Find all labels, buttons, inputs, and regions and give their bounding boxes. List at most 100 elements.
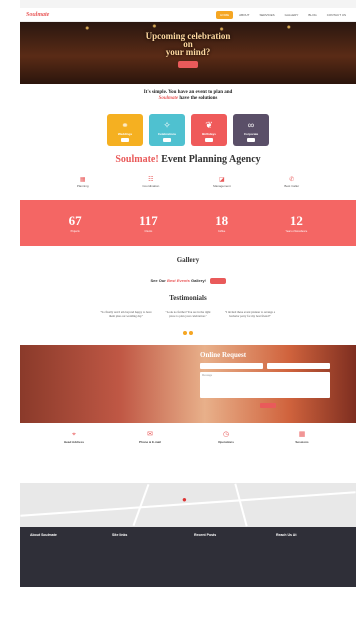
map[interactable]: ● [20,483,356,527]
online-request-title: Online Request [200,351,247,359]
menu-item-services[interactable]: SERVICES [256,11,279,19]
intro-line-2: have the solutions [179,96,218,101]
card-weddings[interactable]: ⚭ Weddings [107,114,143,146]
clock-icon: ◷ [222,431,230,438]
card-button[interactable] [205,138,213,142]
gallery-section: Gallery See Our Best Events Gallery! [20,246,356,284]
agency-brand: Soulmate! [115,154,159,165]
testimonial-author [162,321,214,325]
stats-banner: 67 Projects 117 Clients 18 Coffee 12 Years o… [20,199,356,246]
hero-title: Upcoming celebration on your mind? [20,22,356,57]
stat-value: 67 [68,212,82,228]
stat-label: Clients [144,229,153,233]
testimonials-title: Testimonials [169,294,207,302]
stat-years: 12 Years of Excellence [285,213,307,233]
feature-label: Best Caller [284,183,300,188]
map-road [234,483,248,527]
feature-management: ◪ Management [213,177,231,188]
feature-label: Management [213,183,231,188]
email-field[interactable] [267,363,330,369]
stat-coffee: 18 Coffee [215,213,228,233]
footer-heading: About Soulmate [30,533,57,537]
stat-projects: 67 Projects [69,213,82,233]
contact-title: Operations [218,440,234,444]
agency-title: Event Planning Agency [161,154,261,165]
menu-item-gallery[interactable]: GALLERY [281,11,303,19]
testimonial-item: "So finally and I am beyond happy to hav… [100,310,152,325]
hero-banner: Upcoming celebration on your mind? [20,22,356,84]
footer: About Soulmate Site links Recent Posts R… [20,527,356,587]
testimonial-item: "Look no further! You are in the right p… [162,310,214,325]
contact-address: ⌖ Head Address [44,431,104,483]
page: Soulmate HOME ABOUT SERVICES GALLERY BLO… [20,0,356,624]
map-road [20,491,356,517]
menu-item-about[interactable]: ABOUT [235,11,253,19]
testimonial-quote: "So finally and I am beyond happy to hav… [100,310,152,318]
intro-line-1: It's simple. You have an event to plan a… [143,90,233,95]
chart-icon: ◪ [219,176,225,183]
contact-info: ⌖ Head Address ✉ Phone & E-mail ◷ Operation… [20,423,356,483]
main-menu: HOME ABOUT SERVICES GALLERY BLOG CONTACT… [216,10,350,19]
card-button[interactable] [163,138,171,142]
card-birthdays[interactable]: ❦ Birthdays [191,114,227,146]
rings-icon: ⚭ [121,120,129,130]
menu-item-contact[interactable]: CONTACT US [323,11,350,19]
online-request-section: Online Request Message [20,345,356,423]
hero-title-line: your mind? [165,47,211,57]
carousel-dot[interactable] [183,331,187,335]
contact-operations: ◷ Operations [196,431,256,483]
hero-cta-button[interactable] [178,61,198,68]
footer-heading: Site links [112,533,128,537]
card-title: Weddings [117,132,133,136]
logo[interactable]: Soulmate [26,12,49,18]
card-title: Birthdays [202,132,216,136]
name-field[interactable] [200,363,263,369]
gallery-button[interactable] [210,278,226,284]
stat-label: Projects [70,229,80,233]
intro-brand: Soulmate [158,96,179,101]
party-icon: ✧ [163,120,171,130]
contact-sessions: ▦ Sessions [272,431,332,483]
contact-title: Sessions [295,440,309,444]
menu-item-blog[interactable]: BLOG [304,11,320,19]
testimonial-quote: "Look no further! You are in the right p… [165,310,211,318]
contact-phone-email: ✉ Phone & E-mail [120,431,180,483]
location-icon: ⌖ [72,431,76,438]
agency-section: Soulmate! Event Planning Agency ▦ Plannin… [20,146,356,188]
feature-best-caller: ✆ Best Caller [284,177,299,188]
gallery-cta-em: Best Events [166,277,190,283]
stat-label: Years of Excellence [285,229,308,233]
card-button[interactable] [247,138,255,142]
stat-clients: 117 Clients [139,213,158,233]
footer-reach: Reach Us At [276,533,346,581]
message-field[interactable]: Message [200,372,330,398]
top-bar [20,0,356,8]
request-form: Message [200,363,330,398]
gallery-title: Gallery [176,255,200,264]
handshake-icon: ∞ [247,120,255,130]
carousel-dot[interactable] [189,331,193,335]
mail-icon: ✉ [147,431,153,438]
footer-heading: Reach Us At [276,533,297,537]
gallery-subtext [20,266,356,269]
menu-item-home[interactable]: HOME [216,10,234,19]
contact-title: Head Address [63,440,85,444]
card-corporate[interactable]: ∞ Corporate [233,114,269,146]
map-pin-icon[interactable]: ● [182,495,187,504]
footer-links: Site links [112,533,182,581]
send-button[interactable] [260,403,276,408]
form-row [200,363,330,369]
card-title: Corporate [243,132,259,136]
intro-section: It's simple. You have an event to plan a… [20,84,356,146]
footer-about: About Soulmate [30,533,100,581]
calendar-icon: ▦ [79,176,86,183]
agency-description [88,167,288,171]
card-button[interactable] [121,138,129,142]
people-icon: ☷ [148,176,154,183]
card-celebrations[interactable]: ✧ Celebrations [149,114,185,146]
gallery-cta-suffix: Gallery! [190,277,206,283]
gallery-cta-prefix: See Our [150,277,166,283]
stat-value: 117 [138,212,158,228]
stat-value: 18 [215,212,229,228]
testimonials-section: Testimonials "So finally and I am beyond… [20,284,356,335]
